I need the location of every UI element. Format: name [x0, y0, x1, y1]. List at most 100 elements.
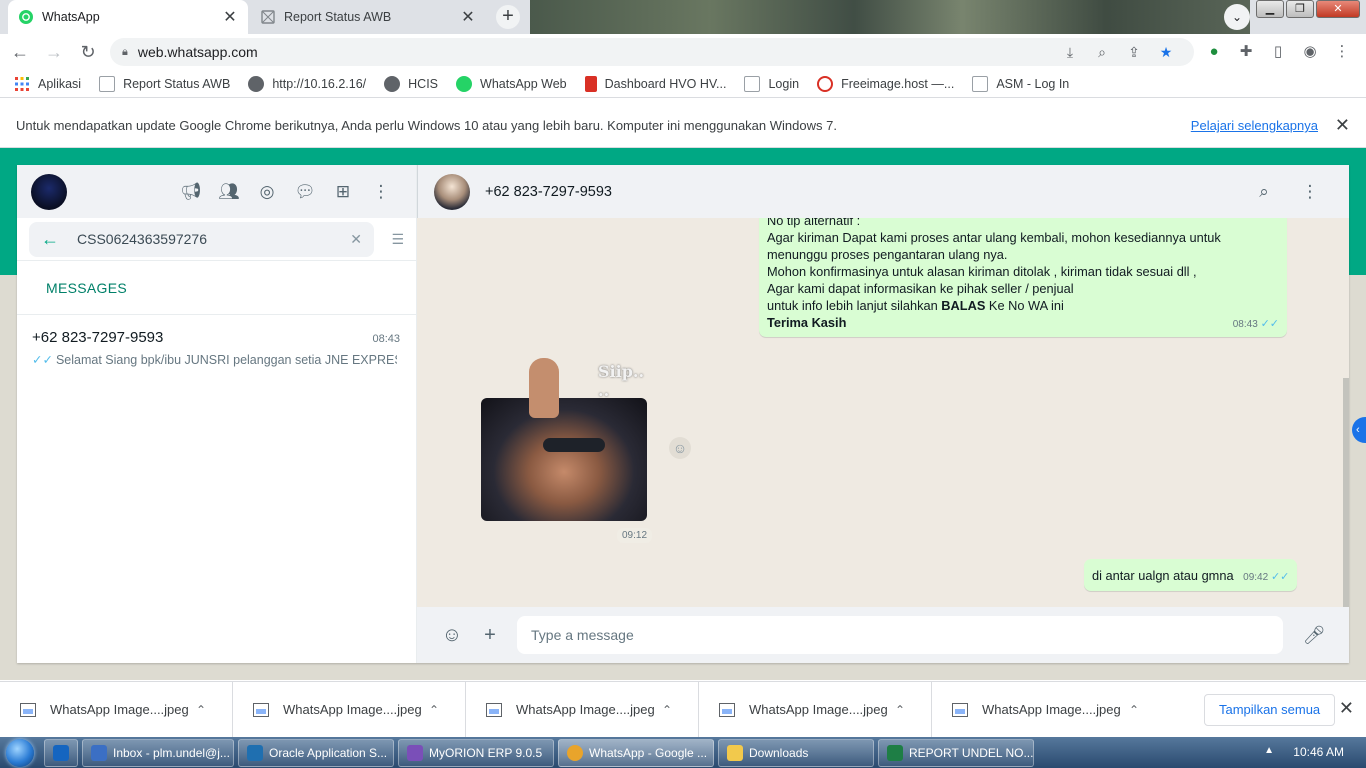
close-tab-icon[interactable]: ✕: [222, 7, 238, 27]
search-result-message[interactable]: +62 823-7297-9593 08:43 ✓✓ Selamat Siang …: [17, 315, 416, 381]
share-icon[interactable]: ⇪: [1118, 41, 1150, 63]
search-input[interactable]: ← CSS0624363597276 ✕: [29, 221, 374, 257]
taskbar-outlook-pinned[interactable]: [44, 738, 78, 767]
message-text: Ke No WA ini: [985, 298, 1064, 313]
back-arrow-icon[interactable]: ←: [41, 229, 77, 250]
search-icon[interactable]: ⌕: [1241, 182, 1287, 202]
clear-search-icon[interactable]: ✕: [350, 231, 362, 248]
status-icon[interactable]: ◎: [248, 182, 286, 202]
message-list: No tlp alternatif : Agar kiriman Dapat k…: [417, 218, 1349, 607]
taskbar-item-downloads[interactable]: Downloads: [718, 738, 874, 767]
chevron-up-icon[interactable]: ⌃: [895, 703, 931, 717]
chevron-up-icon[interactable]: ⌃: [196, 703, 232, 717]
show-all-downloads-button[interactable]: Tampilkan semua: [1204, 694, 1336, 726]
double-check-icon: ✓✓: [1260, 318, 1279, 330]
system-clock[interactable]: 10:46 AM: [1293, 745, 1344, 759]
lock-icon[interactable]: 🔒︎: [122, 46, 128, 59]
taskbar-item-inbox[interactable]: Inbox - plm.undel@j...: [82, 738, 234, 767]
minimize-button[interactable]: ▁: [1256, 0, 1284, 18]
outgoing-message[interactable]: No tlp alternatif : Agar kiriman Dapat k…: [759, 218, 1287, 337]
close-icon[interactable]: ✕: [1335, 115, 1350, 136]
message-time: 09:12: [617, 528, 653, 543]
download-item[interactable]: WhatsApp Image....jpeg ⌃: [466, 681, 699, 738]
taskbar-item-chrome[interactable]: WhatsApp - Google ...: [558, 738, 714, 767]
bookmark-asm-login[interactable]: ASM - Log In: [972, 75, 1069, 92]
extensions-puzzle-icon[interactable]: ✚: [1230, 38, 1262, 66]
contact-name[interactable]: +62 823-7297-9593: [485, 184, 612, 200]
chrome-menu-icon[interactable]: ⋮: [1326, 38, 1358, 66]
learn-more-link[interactable]: Pelajari selengkapnya: [1191, 118, 1318, 133]
sticker-message[interactable]: Siip.. ..: [481, 358, 649, 522]
taskbar-item-excel-report[interactable]: REPORT UNDEL NO...: [878, 738, 1034, 767]
download-item[interactable]: WhatsApp Image....jpeg ⌃: [932, 682, 1165, 738]
bookmark-star-icon[interactable]: ★: [1150, 41, 1182, 63]
emoji-icon[interactable]: ☺: [433, 624, 471, 647]
outlook-icon: [91, 744, 107, 761]
taskbar-item-myorion[interactable]: MyORION ERP 9.0.5: [398, 738, 554, 767]
contact-avatar[interactable]: [434, 173, 470, 210]
oracle-icon: [247, 744, 263, 761]
communities-icon[interactable]: 👥︎: [210, 182, 248, 202]
message-line: Mohon konfirmasinya untuk alasan kiriman…: [767, 264, 1197, 279]
chrome-icon: [567, 744, 583, 761]
address-bar[interactable]: 🔒︎ web.whatsapp.com ⤓ ⌕ ⇪ ★: [110, 38, 1194, 66]
reload-icon[interactable]: ↻: [74, 38, 102, 66]
taskbar-item-oracle[interactable]: Oracle Application S...: [238, 738, 394, 767]
download-item[interactable]: WhatsApp Image....jpeg ⌃: [699, 681, 932, 738]
chevron-up-icon[interactable]: ⌃: [1129, 703, 1165, 717]
taskbar-label: Inbox - plm.undel@j...: [113, 745, 230, 760]
page-icon: [744, 75, 761, 92]
bookmark-report-status-awb[interactable]: Report Status AWB: [99, 75, 230, 92]
bookmark-label: Freeimage.host —...: [841, 76, 955, 91]
outgoing-message[interactable]: di antar ualgn atau gmna 09:42 ✓✓: [1084, 559, 1298, 591]
bookmark-whatsapp-web[interactable]: WhatsApp Web: [456, 75, 567, 92]
close-tab-icon[interactable]: ✕: [460, 7, 476, 27]
zoom-icon[interactable]: ⌕: [1086, 41, 1118, 63]
message-meta: 08:43 ✓✓: [1233, 316, 1279, 333]
preview-text: Selamat Siang bpk/ibu JUNSRI pelanggan s…: [55, 353, 397, 367]
new-tab-button[interactable]: +: [496, 5, 520, 29]
bookmark-ip-address[interactable]: http://10.16.2.16/: [248, 75, 366, 92]
side-panel-icon[interactable]: ▯: [1262, 38, 1294, 66]
chat-header[interactable]: +62 823-7297-9593 ⌕ ⋮: [417, 165, 1349, 218]
show-hidden-icons-icon[interactable]: ▲: [1264, 745, 1274, 756]
start-button[interactable]: [0, 737, 40, 768]
chevron-up-icon[interactable]: ⌃: [662, 703, 698, 717]
install-app-icon[interactable]: ⤓: [1054, 41, 1086, 63]
chevron-up-icon[interactable]: ⌃: [429, 703, 465, 717]
maximize-button[interactable]: ❐: [1286, 0, 1314, 18]
bookmark-login[interactable]: Login: [744, 75, 799, 92]
window-close-button[interactable]: ✕: [1316, 0, 1360, 18]
chrome-update-infobar: Untuk mendapatkan update Google Chrome b…: [0, 104, 1366, 148]
back-arrow-icon[interactable]: ←: [6, 38, 34, 66]
download-filename: WhatsApp Image....jpeg: [982, 702, 1121, 717]
profile-avatar-icon[interactable]: ◉: [1294, 38, 1326, 66]
menu-icon[interactable]: ⋮: [362, 182, 400, 202]
bookmark-freeimage[interactable]: Freeimage.host —...: [817, 75, 955, 92]
message-input[interactable]: Type a message: [517, 616, 1283, 654]
extension-icon[interactable]: ●: [1198, 38, 1230, 66]
scrollbar[interactable]: [1343, 378, 1349, 607]
menu-icon[interactable]: ⋮: [1287, 182, 1333, 202]
bookmark-aplikasi[interactable]: Aplikasi: [14, 76, 81, 92]
tab-search-chevron-icon[interactable]: ⌄: [1224, 4, 1250, 30]
microphone-icon[interactable]: 🎤︎: [1295, 625, 1333, 646]
communities-megaphone-icon[interactable]: 📢︎: [172, 182, 210, 202]
download-item[interactable]: WhatsApp Image....jpeg ⌃: [0, 681, 233, 738]
filter-icon[interactable]: ☰: [374, 231, 404, 248]
attach-plus-icon[interactable]: +: [471, 624, 509, 647]
forward-arrow-icon[interactable]: →: [40, 38, 68, 66]
download-item[interactable]: WhatsApp Image....jpeg ⌃: [233, 681, 466, 738]
browser-toolbar: ← → ↻ 🔒︎ web.whatsapp.com ⤓ ⌕ ⇪ ★ ● ✚ ▯ …: [0, 34, 1366, 70]
tab-report-status-awb[interactable]: Report Status AWB ✕: [250, 0, 486, 34]
new-chat-icon[interactable]: ⊞: [324, 182, 362, 202]
bookmark-hcis[interactable]: HCIS: [384, 75, 438, 92]
tab-whatsapp[interactable]: WhatsApp ✕: [8, 0, 248, 34]
avatar[interactable]: [31, 173, 67, 210]
message-line: No tlp alternatif :: [767, 218, 861, 228]
emoji-reaction-icon[interactable]: ☺: [669, 437, 691, 459]
freeimage-icon: [817, 75, 834, 92]
close-icon[interactable]: ✕: [1339, 698, 1354, 719]
bookmark-dashboard-hvo[interactable]: Dashboard HVO HV...: [584, 75, 726, 92]
new-chat-bubble-icon[interactable]: 💬︎: [286, 182, 324, 202]
